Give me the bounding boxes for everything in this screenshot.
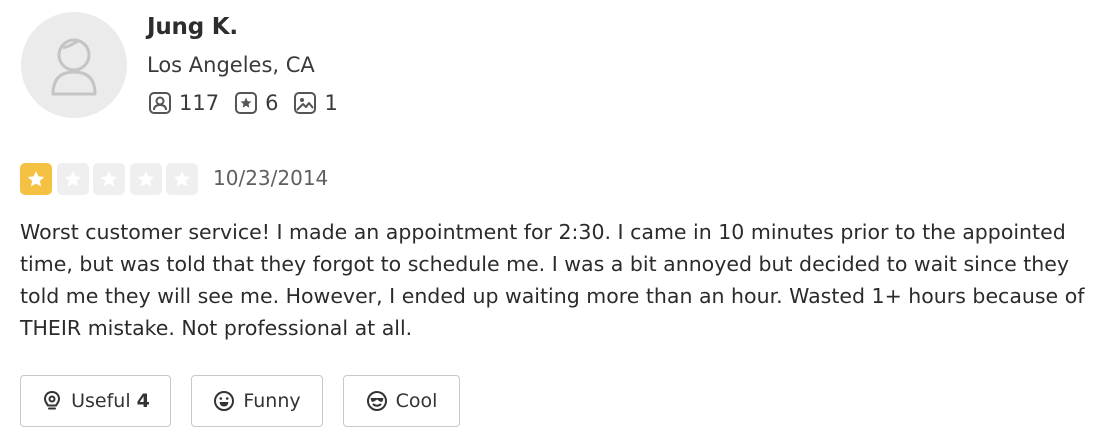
review-date: 10/23/2014	[213, 166, 329, 190]
star-empty	[56, 163, 89, 195]
useful-label: Useful	[71, 390, 131, 412]
photos-stat: 1	[293, 91, 338, 115]
star-icon	[27, 171, 45, 187]
star-icon	[100, 171, 118, 187]
star-empty	[129, 163, 162, 195]
useful-button[interactable]: Useful 4	[20, 375, 171, 427]
photos-count: 1	[324, 91, 338, 115]
star-rating	[20, 163, 203, 195]
user-location: Los Angeles, CA	[147, 53, 315, 77]
lightbulb-icon	[44, 390, 61, 410]
funny-button[interactable]: Funny	[191, 375, 323, 427]
review-star-icon	[235, 92, 258, 114]
reviews-stat: 6	[234, 91, 278, 115]
funny-label: Funny	[243, 390, 301, 412]
reviews-count: 6	[265, 91, 279, 115]
review-text: Worst customer service! I made an appoin…	[20, 220, 1085, 340]
user-stats: 117 6 1	[148, 91, 353, 115]
laugh-face-icon	[214, 391, 235, 411]
avatar[interactable]	[21, 12, 127, 118]
star-empty	[166, 163, 198, 195]
user-name[interactable]: Jung K.	[147, 14, 238, 40]
friends-icon	[149, 92, 171, 114]
sunglasses-face-icon	[366, 391, 387, 411]
default-user-icon	[51, 38, 97, 96]
useful-count: 4	[136, 390, 150, 412]
friends-stat: 117	[148, 91, 219, 115]
cool-label: Cool	[395, 390, 438, 412]
star-icon	[173, 171, 191, 187]
star-empty	[93, 163, 125, 195]
cool-button[interactable]: Cool	[343, 375, 460, 427]
friends-count: 117	[179, 91, 220, 115]
star-icon	[64, 171, 81, 187]
photo-icon	[294, 92, 317, 114]
star-icon	[137, 171, 154, 187]
star-filled	[20, 163, 52, 195]
